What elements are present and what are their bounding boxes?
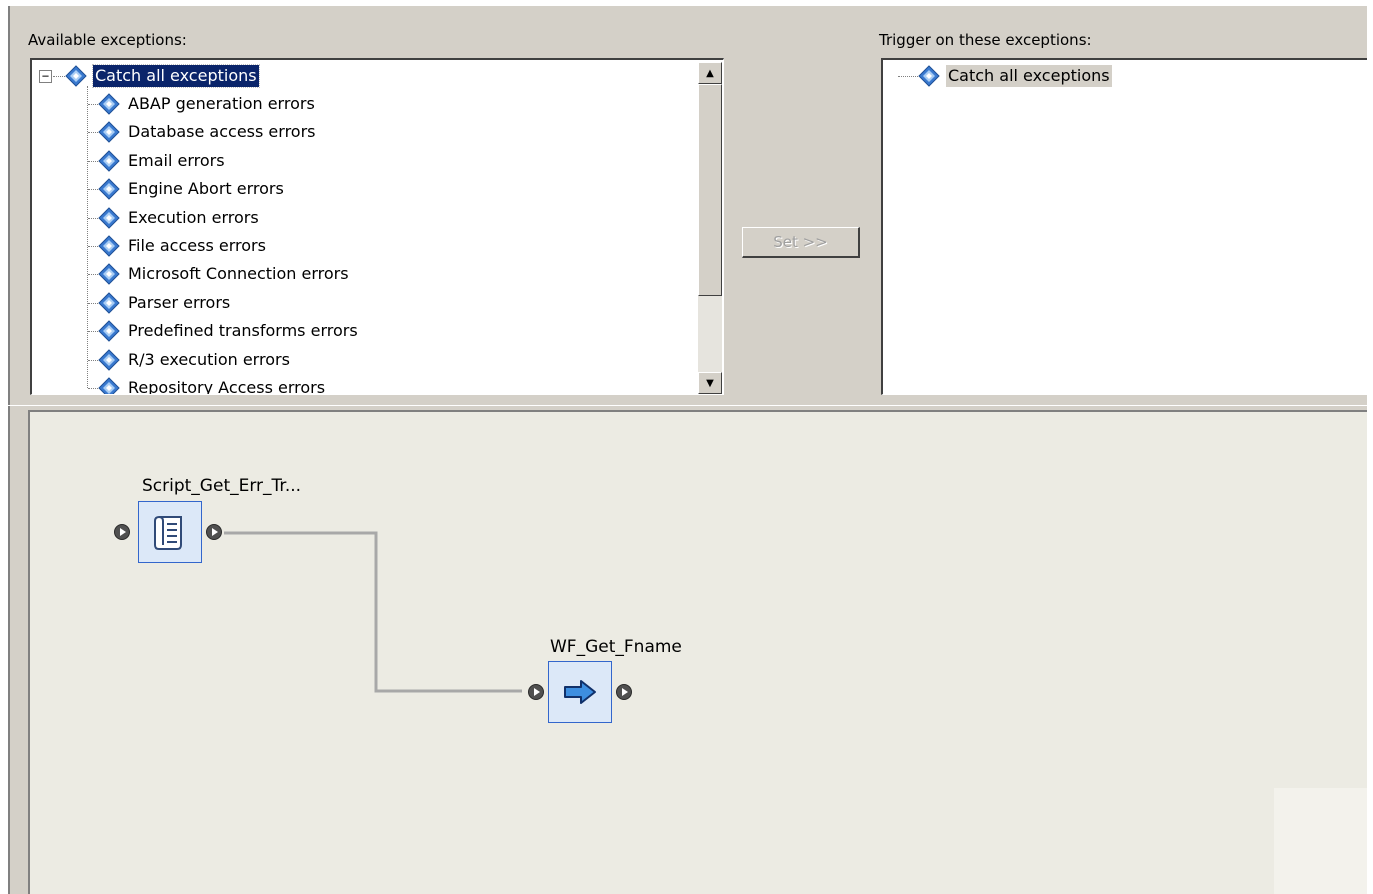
tree-item[interactable]: Predefined transforms errors: [98, 319, 360, 343]
tree-item[interactable]: ABAP generation errors: [98, 92, 317, 116]
tree-item-label: Predefined transforms errors: [128, 321, 358, 340]
trigger-exceptions-tree[interactable]: Catch all exceptions: [881, 58, 1367, 395]
trigger-exceptions-label: Trigger on these exceptions:: [879, 31, 1092, 49]
tree-item-label: Repository Access errors: [128, 378, 326, 395]
tree-connector: [88, 331, 98, 332]
workflow-canvas[interactable]: Script_Get_Err_Tr... WF_Get_Fname: [28, 410, 1367, 894]
wf-node[interactable]: [548, 661, 612, 723]
exception-editor-window: Available exceptions: − Catch all except…: [0, 0, 1373, 894]
tree-item[interactable]: R/3 execution errors: [98, 348, 292, 372]
wf-output-port[interactable]: [616, 684, 632, 700]
set-button[interactable]: Set >>: [742, 227, 860, 258]
tree-connector: [88, 360, 98, 361]
vertical-scrollbar[interactable]: ▲ ▼: [698, 62, 722, 394]
wf-input-port[interactable]: [528, 684, 544, 700]
exception-diamond-icon: [98, 263, 120, 285]
exception-diamond-icon: [98, 121, 120, 143]
tree-item[interactable]: Engine Abort errors: [98, 177, 286, 201]
exception-diamond-icon: [98, 178, 120, 200]
tree-item[interactable]: Database access errors: [98, 120, 318, 144]
tree-item-label: File access errors: [128, 236, 266, 255]
exception-diamond-icon: [918, 65, 940, 87]
canvas-overview-panel: [1274, 788, 1367, 894]
exception-diamond-icon: [98, 320, 120, 342]
tree-item[interactable]: Execution errors: [98, 206, 261, 230]
wf-node-label: WF_Get_Fname: [550, 637, 682, 657]
tree-connector: [898, 76, 918, 77]
tree-connector: [88, 303, 98, 304]
tree-item-label: ABAP generation errors: [128, 94, 315, 113]
exception-diamond-icon: [65, 65, 87, 87]
tree-item-label: Email errors: [128, 151, 225, 170]
collapse-toggle[interactable]: −: [39, 70, 52, 83]
exception-diamond-icon: [98, 292, 120, 314]
trigger-item-label: Catch all exceptions: [946, 65, 1112, 87]
tree-item-label: Microsoft Connection errors: [128, 264, 349, 283]
tree-item-catch-all[interactable]: Catch all exceptions: [65, 64, 260, 88]
available-exceptions-label: Available exceptions:: [28, 31, 187, 49]
tree-item[interactable]: Parser errors: [98, 291, 232, 315]
workflow-arrow-icon: [564, 680, 596, 704]
script-node-label: Script_Get_Err_Tr...: [142, 476, 302, 496]
tree-item[interactable]: Repository Access errors: [98, 376, 327, 395]
tree-connector: [88, 246, 98, 247]
exception-diamond-icon: [98, 150, 120, 172]
tree-connector: [88, 218, 98, 219]
script-input-port[interactable]: [114, 524, 130, 540]
tree-connector: [88, 132, 98, 133]
exception-diamond-icon: [98, 207, 120, 229]
exception-diamond-icon: [98, 235, 120, 257]
divider: [0, 405, 1373, 406]
scroll-down-button[interactable]: ▼: [698, 372, 722, 394]
tree-connector: [88, 274, 98, 275]
tree-item-label: Engine Abort errors: [128, 179, 284, 198]
tree-item-label: Database access errors: [128, 122, 316, 141]
tree-item-label: Catch all exceptions: [92, 64, 260, 88]
exception-diamond-icon: [98, 93, 120, 115]
tree-item-label: Parser errors: [128, 293, 231, 312]
left-edge-line: [8, 6, 10, 894]
tree-item[interactable]: Microsoft Connection errors: [98, 262, 351, 286]
tree-item[interactable]: File access errors: [98, 234, 268, 258]
scroll-up-button[interactable]: ▲: [698, 62, 722, 84]
tree-item-label: R/3 execution errors: [128, 350, 290, 369]
tree-connector: [88, 104, 98, 105]
trigger-item[interactable]: Catch all exceptions: [918, 64, 1112, 88]
scroll-thumb[interactable]: [698, 84, 722, 296]
exception-diamond-icon: [98, 377, 120, 394]
tree-connector: [88, 189, 98, 190]
tree-item-label: Execution errors: [128, 208, 259, 227]
exception-diamond-icon: [98, 349, 120, 371]
available-exceptions-tree[interactable]: − Catch all exceptions ABAP generation e…: [30, 58, 724, 395]
script-output-port[interactable]: [206, 524, 222, 540]
tree-connector: [88, 161, 98, 162]
tree-connector: [88, 388, 98, 389]
right-edge: [1367, 0, 1373, 894]
script-icon: [154, 516, 182, 550]
tree-item[interactable]: Email errors: [98, 149, 227, 173]
tree-connector: [53, 76, 65, 77]
set-button-label: Set >>: [773, 233, 828, 251]
top-edge: [0, 0, 1373, 6]
script-node[interactable]: [138, 501, 202, 563]
